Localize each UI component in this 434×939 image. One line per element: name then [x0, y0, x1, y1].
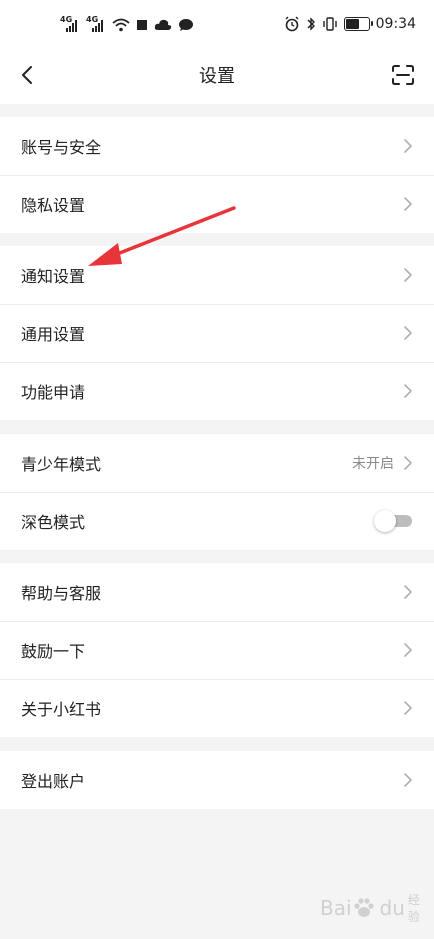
- cloud-icon: [154, 19, 172, 30]
- dark-mode-toggle[interactable]: [374, 510, 414, 532]
- teen-mode-status: 未开启: [352, 456, 394, 472]
- settings-group-account: 账号与安全 隐私设置: [0, 117, 434, 233]
- chevron-right-icon: [402, 138, 414, 154]
- row-help-service[interactable]: 帮助与客服: [0, 563, 434, 621]
- wifi-icon: [112, 18, 130, 32]
- watermark-text: Bai: [320, 896, 352, 920]
- row-about[interactable]: 关于小红书: [0, 679, 434, 737]
- chevron-right-icon: [402, 642, 414, 658]
- row-dark-mode: 深色模式: [0, 492, 434, 550]
- signal-icon: 4G: [60, 16, 80, 32]
- row-label: 帮助与客服: [21, 584, 102, 603]
- chevron-right-icon: [402, 325, 414, 341]
- row-label: 功能申请: [21, 383, 86, 402]
- bluetooth-icon: [307, 17, 315, 31]
- row-label: 通用设置: [21, 325, 86, 344]
- chevron-right-icon: [402, 196, 414, 212]
- status-time: 09:34: [375, 16, 416, 32]
- row-general-settings[interactable]: 通用设置: [0, 304, 434, 362]
- row-label: 隐私设置: [21, 196, 86, 215]
- row-account-security[interactable]: 账号与安全: [0, 117, 434, 175]
- baidu-watermark: Bai du 经验: [320, 890, 420, 926]
- chat-bubble-icon: [179, 19, 193, 31]
- row-label: 登出账户: [21, 772, 86, 791]
- settings-group-general: 通知设置 通用设置 功能申请: [0, 246, 434, 420]
- row-notification-settings[interactable]: 通知设置: [0, 246, 434, 304]
- row-privacy-settings[interactable]: 隐私设置: [0, 175, 434, 233]
- status-left: 4G 4G: [60, 16, 194, 32]
- row-feature-request[interactable]: 功能申请: [0, 362, 434, 420]
- watermark-sub: 经验: [407, 893, 420, 924]
- row-logout[interactable]: 登出账户: [0, 751, 434, 809]
- row-label: 关于小红书: [21, 700, 102, 719]
- vibrate-icon: [322, 17, 337, 31]
- chevron-right-icon: [402, 267, 414, 283]
- chevron-right-icon: [402, 700, 414, 716]
- chevron-right-icon: [402, 772, 414, 788]
- signal-icon: 4G: [86, 16, 106, 32]
- chevron-right-icon: [402, 584, 414, 600]
- alarm-icon: [285, 16, 299, 32]
- row-label: 深色模式: [21, 513, 86, 532]
- settings-group-modes: 青少年模式 未开启 深色模式: [0, 434, 434, 550]
- battery-icon: [343, 17, 373, 31]
- row-encourage[interactable]: 鼓励一下: [0, 621, 434, 679]
- settings-group-logout: 登出账户: [0, 751, 434, 809]
- square-icon: [137, 20, 147, 30]
- row-label: 通知设置: [21, 267, 86, 286]
- row-label: 账号与安全: [21, 138, 102, 157]
- status-bar: 4G 4G 09:34: [0, 0, 434, 46]
- row-teen-mode[interactable]: 青少年模式 未开启: [0, 434, 434, 492]
- scan-icon: [392, 65, 414, 85]
- row-label: 鼓励一下: [21, 642, 86, 661]
- chevron-right-icon: [402, 455, 414, 471]
- page-title: 设置: [199, 66, 235, 87]
- row-label: 青少年模式: [21, 455, 102, 474]
- status-right: 09:34: [284, 16, 416, 32]
- watermark-text-2: du: [379, 896, 405, 920]
- scan-button[interactable]: [388, 60, 418, 90]
- paw-icon: [352, 896, 376, 920]
- settings-group-help: 帮助与客服 鼓励一下 关于小红书: [0, 563, 434, 737]
- header: 设置: [0, 46, 434, 104]
- chevron-right-icon: [402, 383, 414, 399]
